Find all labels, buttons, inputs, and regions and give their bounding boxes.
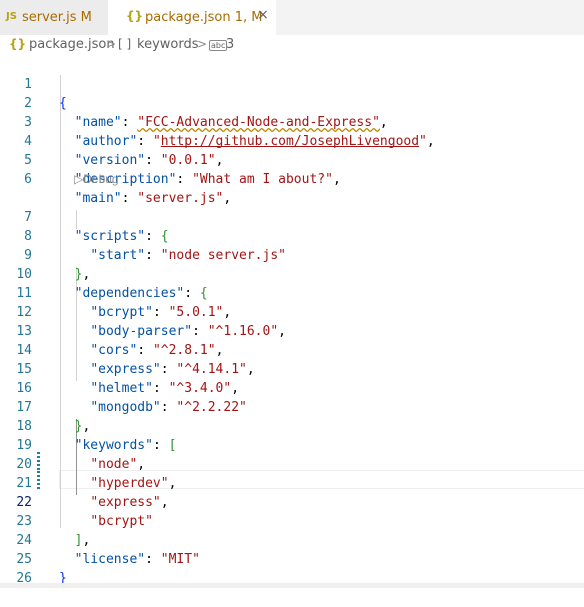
json-file-icon: {} (9, 37, 27, 51)
tab-label: package.json 1, M (145, 10, 263, 25)
code-line: 5 "description": "What am I about?", (0, 132, 584, 187)
code-line: 15 "helmet": "^3.4.0", (0, 341, 584, 396)
code-line: 25 } (0, 531, 584, 586)
breadcrumb-string[interactable]: 3 (226, 37, 234, 52)
array-symbol-icon: [ ] (118, 37, 132, 51)
code-line: 4 "version": "0.0.1", (0, 113, 584, 168)
code-line: 12 "body-parser": "^1.16.0", (0, 284, 584, 339)
breadcrumb: {} package.json > [ ] keywords > abc 3 (0, 35, 584, 56)
code-line: 17 }, (0, 379, 584, 434)
code-line: 8 "start": "node server.js" (0, 208, 584, 263)
code-line: 11 "bcrypt": "5.0.1", (0, 265, 584, 320)
debug-label: Debug (83, 172, 119, 186)
code-line: 6 "main": "server.js", (0, 151, 584, 206)
code-line: 19 "node", (0, 417, 584, 472)
code-line: 24 "license": "MIT" (0, 512, 584, 567)
chevron-right-icon: > (197, 37, 208, 51)
code-line: 1 { (0, 56, 584, 111)
close-icon[interactable]: × (256, 8, 270, 22)
code-line: 20 "hyperdev", (0, 436, 584, 491)
tab-server-js[interactable]: JS server.js M (0, 0, 108, 35)
javascript-file-icon: JS (6, 11, 17, 22)
code-line: 21 "express", (0, 455, 584, 510)
code-line: 14 "express": "^4.14.1", (0, 322, 584, 377)
code-line-active: 22 "bcrypt" (0, 474, 584, 529)
code-line: 9 }, (0, 227, 584, 282)
code-line: 26 (0, 550, 584, 586)
breadcrumb-symbol[interactable]: keywords (137, 37, 198, 52)
code-line: 3 "author": "http://github.com/JosephLiv… (0, 94, 584, 149)
code-line: 13 "cors": "^2.8.1", (0, 303, 584, 358)
chevron-right-icon: > (106, 37, 117, 51)
code-editor[interactable]: 1 { 2 "name": "FCC-Advanced-Node-and-Exp… (0, 56, 584, 586)
tab-label: server.js M (22, 10, 92, 25)
code-line: 7 "scripts": { (0, 189, 584, 244)
code-line: 16 "mongodb": "^2.2.22" (0, 360, 584, 415)
code-line: 2 "name": "FCC-Advanced-Node-and-Express… (0, 75, 584, 130)
json-file-icon: {} (126, 9, 144, 23)
json-string: "What am I about?" (192, 172, 333, 187)
tab-package-json[interactable]: {} package.json 1, M × (108, 0, 276, 35)
play-icon: ▷ (74, 172, 84, 186)
line-number: 6 (24, 172, 32, 187)
tab-bar: JS server.js M {} package.json 1, M × (0, 0, 584, 35)
code-line: 23 ], (0, 493, 584, 548)
code-line: 10 "dependencies": { (0, 246, 584, 301)
code-line: 18 "keywords": [ (0, 398, 584, 453)
breadcrumb-file[interactable]: package.json (29, 37, 115, 52)
horizontal-scrollbar[interactable] (0, 583, 584, 588)
string-symbol-icon: abc (209, 40, 228, 51)
debug-codelens[interactable]: ▷Debug (74, 172, 119, 186)
